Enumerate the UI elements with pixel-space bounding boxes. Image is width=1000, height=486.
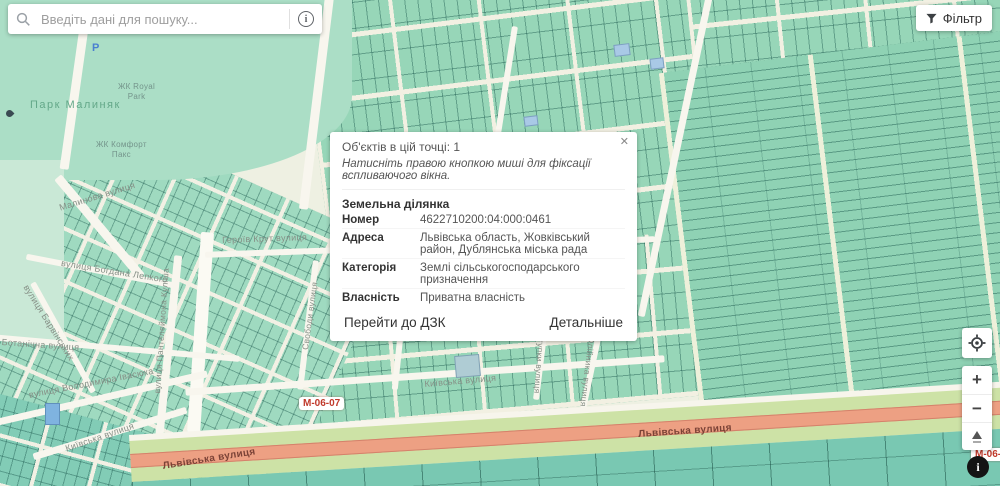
filter-label: Фільтр: [942, 10, 982, 26]
zhk-royal-park-label: ЖК Royal Park: [118, 82, 156, 101]
field-value: Львівська область, Жовківський район, Ду…: [420, 231, 590, 256]
field-label: Категорія: [342, 261, 397, 274]
popup-close-icon[interactable]: ✕: [620, 137, 629, 148]
search-icon: [16, 12, 30, 26]
search-input[interactable]: [39, 10, 281, 28]
parking-icon: P: [92, 42, 100, 54]
map-info-button[interactable]: i: [967, 456, 989, 478]
field-value: Приватна власність: [420, 291, 526, 304]
field-row-address: Адреса Львівська область, Жовківський ра…: [342, 228, 625, 258]
water-parcel: [649, 57, 665, 70]
extent-icon-base: [973, 440, 981, 443]
field-label: Адреса: [342, 231, 384, 244]
road-shield-m0607: М-06-07: [299, 397, 345, 410]
zoom-out-button[interactable]: −: [962, 394, 992, 422]
filter-icon: [926, 13, 937, 24]
popup-section-title: Земельна ділянка: [342, 189, 625, 211]
water-parcel: [45, 403, 60, 425]
details-button[interactable]: Детальніше: [548, 313, 625, 332]
locate-icon: [968, 334, 986, 352]
field-label: Власність: [342, 291, 400, 304]
field-label: Номер: [342, 213, 380, 226]
search-bar[interactable]: i: [8, 4, 322, 34]
popup-hint: Натисніть правою кнопкою миші для фіксац…: [342, 158, 591, 182]
filter-button[interactable]: Фільтр: [915, 5, 992, 31]
field-row-category: Категорія Землі сільськогосподарського п…: [342, 258, 625, 288]
goto-dzk-button[interactable]: Перейти до ДЗК: [342, 313, 448, 332]
search-divider: [289, 9, 290, 29]
water-parcel: [523, 115, 539, 127]
field-row-number: Номер 4622710200:04:000:0461: [342, 211, 625, 228]
extent-button[interactable]: [962, 422, 992, 450]
popup-objects-count: Об'єктів в цій точці: 1: [342, 140, 461, 154]
park-strip: [0, 160, 64, 340]
park-label: Парк Малиняк: [30, 99, 121, 111]
search-info-icon[interactable]: i: [298, 11, 314, 27]
parcel-zone-right-rows: [658, 29, 1000, 441]
zoom-in-button[interactable]: +: [962, 366, 992, 394]
map-canvas[interactable]: Парк Малиняк ЖК Royal Park ЖК Комфорт Па…: [0, 0, 1000, 486]
locate-button[interactable]: [962, 328, 992, 358]
extent-icon: [972, 430, 982, 439]
parcel-popup: ✕ Об'єктів в цій точці: 1 Натисніть прав…: [330, 132, 637, 341]
zoom-controls: + −: [962, 366, 992, 450]
zhk-komfort-label: ЖК Комфорт Пакс: [96, 140, 147, 159]
water-parcel: [613, 43, 631, 57]
field-value: Землі сільськогосподарського призначення: [420, 261, 580, 286]
popup-actions: Перейти до ДЗК Детальніше: [342, 313, 625, 332]
field-row-ownership: Власність Приватна власність: [342, 288, 625, 306]
field-value: 4622710200:04:000:0461: [420, 213, 552, 226]
